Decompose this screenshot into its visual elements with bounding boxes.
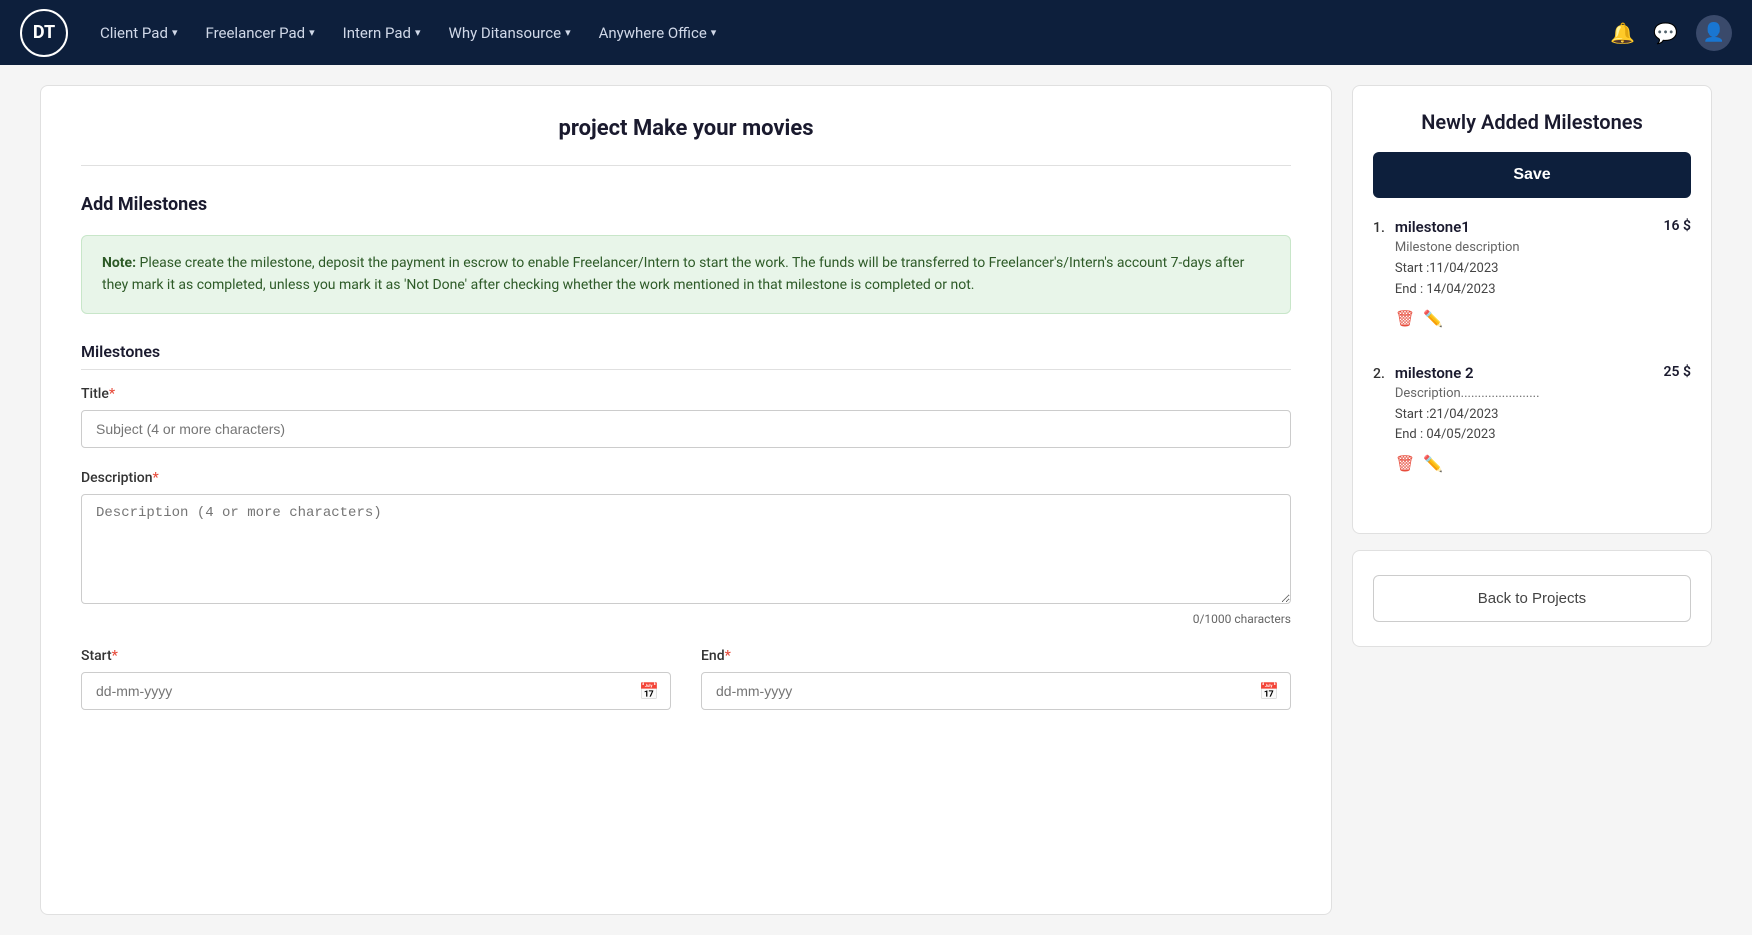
description-group: Description* 0/1000 characters: [81, 470, 1291, 626]
milestone-end: End : 14/04/2023: [1395, 280, 1691, 301]
end-date-group: End* 📅: [701, 648, 1291, 710]
milestone-description: Description.......................: [1395, 386, 1691, 401]
milestone-actions: 🗑 ✏️: [1395, 309, 1691, 328]
milestones-panel: Newly Added Milestones Save 1. milestone…: [1352, 85, 1712, 534]
delete-icon[interactable]: 🗑: [1395, 454, 1415, 473]
start-date-group: Start* 📅: [81, 648, 671, 710]
milestone-num: 1.: [1373, 218, 1385, 328]
delete-icon[interactable]: 🗑: [1395, 309, 1415, 328]
edit-icon[interactable]: ✏️: [1423, 454, 1443, 473]
milestone-header: milestone 2 25 $: [1395, 364, 1691, 382]
bell-icon[interactable]: 🔔: [1610, 21, 1635, 45]
note-box: Note: Please create the milestone, depos…: [81, 235, 1291, 314]
milestone-end: End : 04/05/2023: [1395, 425, 1691, 446]
logo-text: DT: [33, 22, 55, 43]
logo[interactable]: DT: [20, 9, 68, 57]
project-title: project Make your movies: [81, 116, 1291, 166]
milestone-price: 25 $: [1664, 364, 1691, 380]
page-body: project Make your movies Add Milestones …: [0, 65, 1752, 935]
milestone-details: milestone 2 25 $ Description............…: [1395, 364, 1691, 474]
char-count: 0/1000 characters: [81, 612, 1291, 626]
chevron-down-icon: ▾: [415, 26, 421, 39]
milestone-price: 16 $: [1664, 218, 1691, 234]
save-button[interactable]: Save: [1373, 152, 1691, 198]
milestone-actions: 🗑 ✏️: [1395, 454, 1691, 473]
milestone-item: 2. milestone 2 25 $ Description.........…: [1373, 364, 1691, 490]
description-textarea[interactable]: [81, 494, 1291, 604]
chevron-down-icon: ▾: [711, 26, 717, 39]
milestone-name: milestone1: [1395, 218, 1470, 236]
navbar: DT Client Pad ▾ Freelancer Pad ▾ Intern …: [0, 0, 1752, 65]
nav-links: Client Pad ▾ Freelancer Pad ▾ Intern Pad…: [88, 16, 1600, 50]
nav-freelancer-pad[interactable]: Freelancer Pad ▾: [193, 16, 326, 50]
user-icon: 👤: [1703, 22, 1725, 43]
chat-icon[interactable]: 💬: [1653, 21, 1678, 45]
milestone-num: 2.: [1373, 364, 1385, 474]
back-panel: Back to Projects: [1352, 550, 1712, 647]
sidebar: Newly Added Milestones Save 1. milestone…: [1352, 85, 1712, 915]
milestone-name: milestone 2: [1395, 364, 1474, 382]
add-milestones-heading: Add Milestones: [81, 194, 1291, 215]
milestone-item: 1. milestone1 16 $ Milestone description…: [1373, 218, 1691, 344]
milestone-details: milestone1 16 $ Milestone description St…: [1395, 218, 1691, 328]
milestone-start: Start :11/04/2023: [1395, 259, 1691, 280]
edit-icon[interactable]: ✏️: [1423, 309, 1443, 328]
start-label: Start*: [81, 648, 671, 664]
chevron-down-icon: ▾: [172, 26, 178, 39]
avatar[interactable]: 👤: [1696, 15, 1732, 51]
note-text: Please create the milestone, deposit the…: [102, 255, 1244, 293]
title-input[interactable]: [81, 410, 1291, 448]
panel-title: Newly Added Milestones: [1373, 110, 1691, 134]
date-row: Start* 📅 End* 📅: [81, 648, 1291, 710]
nav-icons: 🔔 💬 👤: [1610, 15, 1732, 51]
note-label: Note:: [102, 255, 136, 271]
title-label: Title*: [81, 386, 1291, 402]
nav-client-pad[interactable]: Client Pad ▾: [88, 16, 189, 50]
milestone-start: Start :21/04/2023: [1395, 405, 1691, 426]
description-label: Description*: [81, 470, 1291, 486]
title-required-marker: *: [109, 386, 115, 402]
milestones-subheading: Milestones: [81, 342, 1291, 370]
title-group: Title*: [81, 386, 1291, 448]
start-date-wrapper: 📅: [81, 672, 671, 710]
end-date-input[interactable]: [701, 672, 1291, 710]
milestone-header: milestone1 16 $: [1395, 218, 1691, 236]
end-label: End*: [701, 648, 1291, 664]
nav-anywhere-office[interactable]: Anywhere Office ▾: [587, 16, 729, 50]
description-required-marker: *: [153, 470, 159, 486]
back-to-projects-button[interactable]: Back to Projects: [1373, 575, 1691, 622]
main-content: project Make your movies Add Milestones …: [40, 85, 1332, 915]
start-date-input[interactable]: [81, 672, 671, 710]
chevron-down-icon: ▾: [309, 26, 315, 39]
nav-why-ditansource[interactable]: Why Ditansource ▾: [437, 16, 583, 50]
nav-intern-pad[interactable]: Intern Pad ▾: [331, 16, 433, 50]
end-date-wrapper: 📅: [701, 672, 1291, 710]
milestone-description: Milestone description: [1395, 240, 1691, 255]
chevron-down-icon: ▾: [565, 26, 571, 39]
